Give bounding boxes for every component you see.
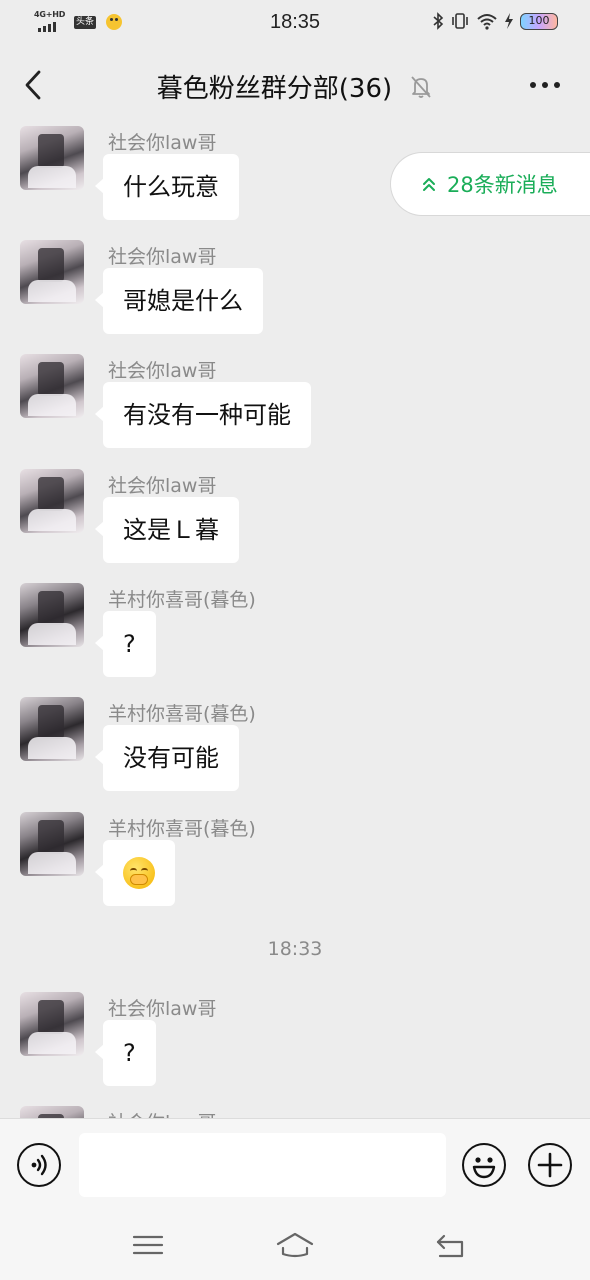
plus-icon [537, 1152, 563, 1178]
new-messages-label: 28条新消息 [447, 173, 558, 197]
hand-over-mouth-emoji-icon [123, 857, 155, 889]
sender-name: 社会你law哥 [108, 246, 217, 268]
bell-off-icon [411, 75, 431, 98]
ellipsis-icon[interactable] [530, 82, 560, 88]
battery-indicator: 100 [520, 12, 558, 30]
sender-name: 社会你law哥 [108, 998, 217, 1020]
message-bubble[interactable]: 没有可能 [95, 725, 239, 791]
new-messages-button[interactable]: 28条新消息 [390, 152, 590, 216]
page-title: 暮色粉丝群分部(36) [156, 74, 393, 104]
avatar[interactable] [20, 240, 84, 304]
sender-name: 社会你law哥 [108, 132, 217, 154]
message-list[interactable]: 社会你law哥 什么玩意 社会你law哥 哥媳是什么 社会你law哥 有没有一种… [0, 120, 590, 1118]
status-bar: 4G+HD 头条 18:35 100 [0, 0, 590, 46]
double-chevron-up-icon [423, 178, 435, 191]
wifi-icon [477, 14, 497, 30]
sender-name: 羊村你喜哥(暮色) [108, 818, 256, 840]
charging-icon [505, 13, 513, 29]
voice-icon [31, 1154, 47, 1176]
vibrate-icon [452, 13, 468, 29]
message-bubble[interactable]: ? [95, 1020, 156, 1086]
avatar[interactable] [20, 992, 84, 1056]
message-bubble[interactable]: 哥媳是什么 [95, 268, 263, 334]
message-bubble[interactable]: 什么玩意 [95, 154, 239, 220]
status-right: 100 [432, 12, 558, 30]
avatar[interactable] [20, 126, 84, 190]
menu-icon[interactable] [128, 1230, 168, 1260]
input-bar [0, 1118, 590, 1210]
chat-header: 暮色粉丝群分部(36) [0, 56, 590, 116]
avatar[interactable] [20, 812, 84, 876]
home-icon[interactable] [275, 1230, 315, 1260]
avatar[interactable] [20, 469, 84, 533]
sender-name: 羊村你喜哥(暮色) [108, 589, 256, 611]
sender-name: 羊村你喜哥(暮色) [108, 703, 256, 725]
emoji-button[interactable] [462, 1143, 506, 1187]
sender-name: 社会你law哥 [108, 360, 217, 382]
sender-name: 社会你law哥 [108, 475, 217, 497]
avatar[interactable] [20, 354, 84, 418]
message-bubble[interactable]: 有没有一种可能 [95, 382, 311, 448]
system-nav-bar [0, 1210, 590, 1280]
message-input[interactable] [79, 1133, 446, 1197]
message-bubble[interactable]: 这是Ｌ暮 [95, 497, 239, 563]
plus-button[interactable] [528, 1143, 572, 1187]
smiley-icon [472, 1157, 496, 1179]
bluetooth-icon [433, 12, 444, 30]
avatar[interactable] [20, 1106, 84, 1118]
message-bubble[interactable] [95, 840, 175, 906]
back-icon[interactable] [430, 1230, 470, 1260]
voice-button[interactable] [17, 1143, 61, 1187]
time-divider: 18:33 [267, 938, 323, 960]
sender-name: 社会你law哥 [108, 1108, 216, 1118]
message-bubble[interactable]: ? [95, 611, 156, 677]
title-wrap: 暮色粉丝群分部(36) [0, 68, 590, 105]
avatar[interactable] [20, 697, 84, 761]
avatar[interactable] [20, 583, 84, 647]
